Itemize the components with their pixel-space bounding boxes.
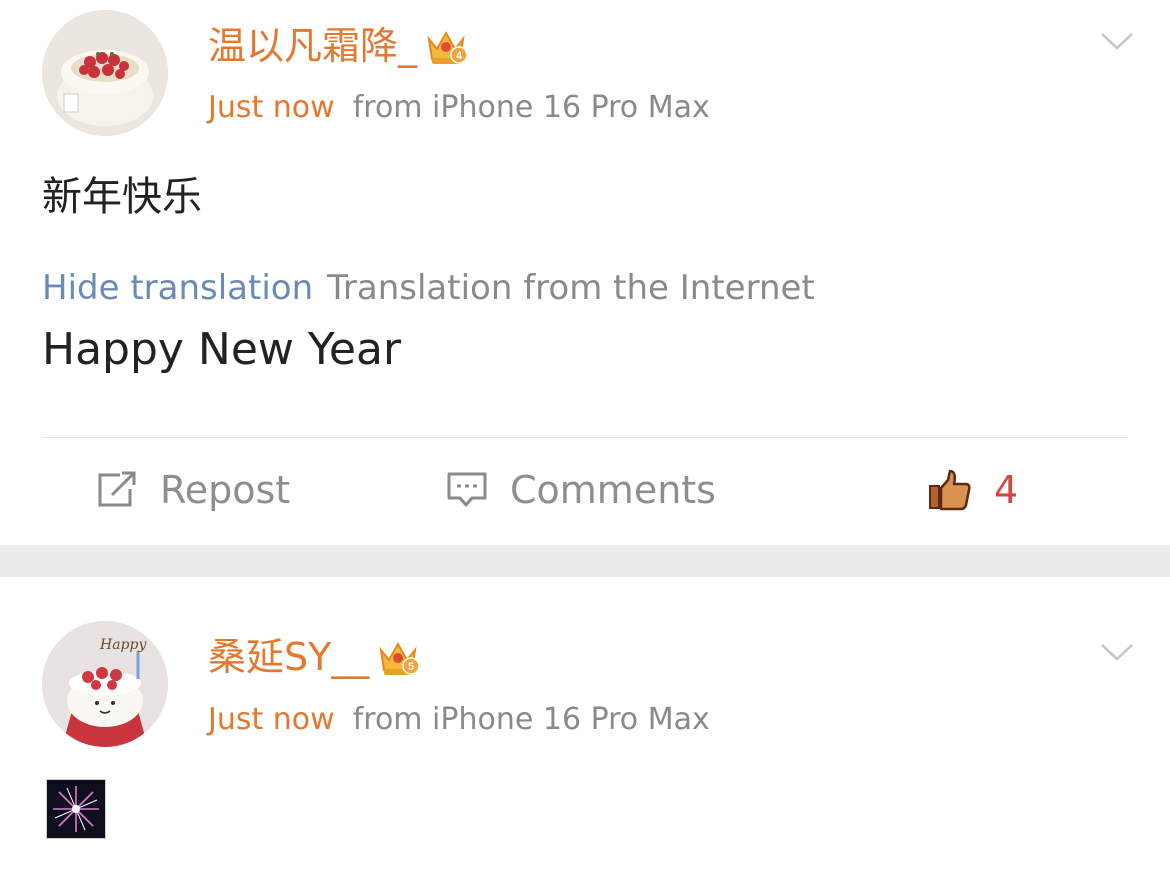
repost-button[interactable]: Repost: [96, 466, 290, 514]
post-time: Just now: [208, 702, 335, 737]
repost-label: Repost: [160, 468, 291, 512]
post-meta: Just now from iPhone 16 Pro Max: [208, 702, 710, 738]
post-card: 温以凡霜降_ 4 Just now from iPhone 16 Pro Max …: [0, 0, 1170, 545]
username[interactable]: 桑延SY__ 5: [208, 635, 421, 679]
svg-text:5: 5: [408, 661, 414, 673]
svg-text:4: 4: [456, 50, 463, 62]
avatar[interactable]: Happy: [42, 621, 168, 747]
fireworks-sticker: [46, 779, 106, 839]
username-text[interactable]: 桑延SY__: [208, 635, 369, 679]
hide-translation-link[interactable]: Hide translation: [42, 268, 313, 308]
post-source: from iPhone 16 Pro Max: [352, 90, 710, 125]
comment-icon: [447, 472, 487, 507]
svg-text:Happy: Happy: [99, 637, 147, 653]
translated-text: Happy New Year: [42, 324, 402, 375]
post-meta: Just now from iPhone 16 Pro Max: [208, 90, 710, 126]
avatar[interactable]: [42, 10, 168, 136]
post-content: 新年快乐: [42, 174, 202, 220]
comments-label: Comments: [510, 468, 716, 512]
post-source: from iPhone 16 Pro Max: [352, 702, 710, 737]
username[interactable]: 温以凡霜降_ 4: [208, 24, 469, 68]
username-text[interactable]: 温以凡霜降_: [208, 24, 417, 68]
crown-badge-icon: 5: [379, 641, 421, 675]
post-card: Happy 桑延SY__ 5 Just now from iPhone 16 Pr…: [0, 577, 1170, 871]
post-separator: [0, 545, 1170, 577]
like-button[interactable]: 4: [928, 466, 1018, 514]
crown-badge-icon: 4: [427, 30, 468, 64]
chevron-down-icon[interactable]: [1100, 641, 1134, 663]
comments-button[interactable]: Comments: [446, 466, 716, 514]
like-count: 4: [994, 468, 1019, 512]
chevron-down-icon[interactable]: [1100, 30, 1134, 52]
thumbs-up-icon: [929, 469, 971, 511]
divider: [42, 437, 1128, 438]
translation-source-note: Translation from the Internet: [327, 268, 815, 308]
repost-icon: [98, 471, 136, 507]
post-time: Just now: [208, 90, 335, 125]
translation-row: Hide translation Translation from the Int…: [42, 268, 815, 308]
